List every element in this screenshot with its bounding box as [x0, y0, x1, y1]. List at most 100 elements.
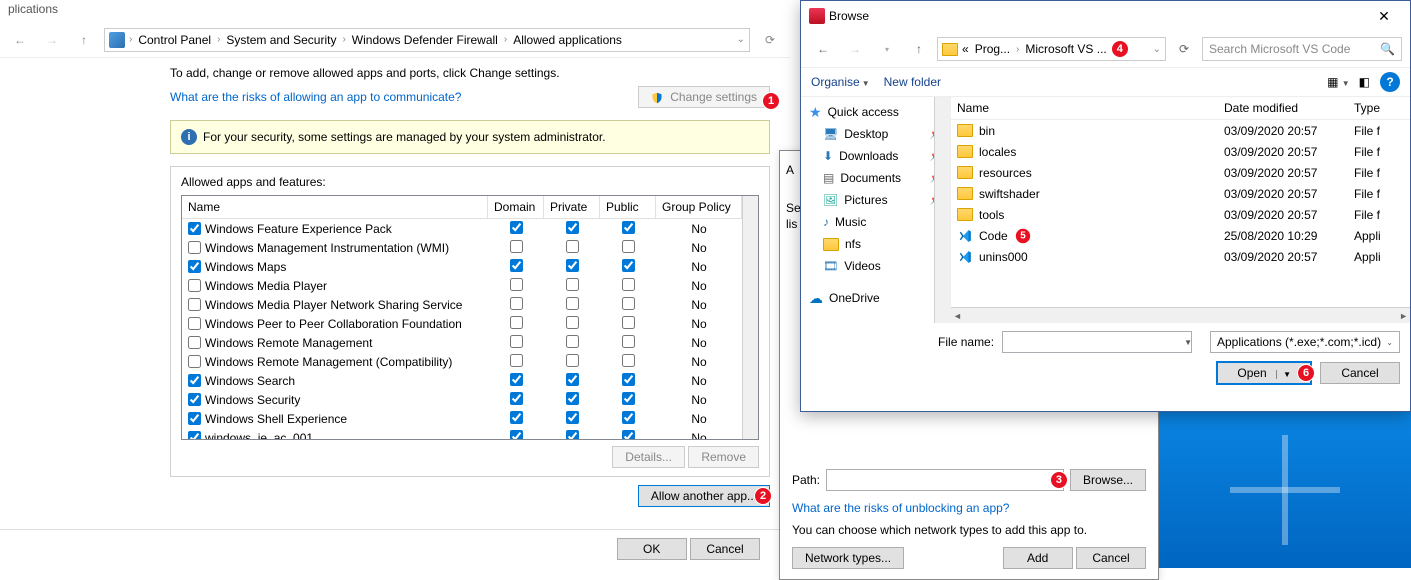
- tree-item[interactable]: ★Quick access: [801, 101, 950, 123]
- public-checkbox[interactable]: [622, 411, 635, 424]
- allowed-apps-list[interactable]: Name Domain Private Public Group Policy …: [181, 195, 759, 440]
- domain-checkbox[interactable]: [510, 278, 523, 291]
- private-checkbox[interactable]: [566, 411, 579, 424]
- public-checkbox[interactable]: [622, 278, 635, 291]
- app-checkbox[interactable]: [188, 317, 201, 330]
- file-row[interactable]: locales03/09/2020 20:57File f: [951, 141, 1410, 162]
- breadcrumb[interactable]: › Control Panel › System and Security › …: [104, 28, 750, 52]
- domain-checkbox[interactable]: [510, 430, 523, 440]
- nav-tree[interactable]: ★Quick access🖥Desktop📌⬇Downloads📌▤Docume…: [801, 97, 951, 323]
- table-row[interactable]: Windows Security No: [182, 390, 758, 409]
- nav-back-icon[interactable]: ←: [809, 37, 837, 61]
- tree-item[interactable]: ▤Documents📌: [801, 167, 950, 189]
- public-checkbox[interactable]: [622, 297, 635, 310]
- file-row[interactable]: bin03/09/2020 20:57File f: [951, 120, 1410, 141]
- back-icon[interactable]: ←: [8, 28, 32, 52]
- network-types-button[interactable]: Network types...: [792, 547, 904, 569]
- crumb-cp[interactable]: Control Panel: [136, 33, 213, 47]
- path-part-b[interactable]: Microsoft VS ...: [1023, 42, 1108, 56]
- allow-another-app-button[interactable]: Allow another app...: [638, 485, 770, 507]
- table-row[interactable]: Windows Media Player Network Sharing Ser…: [182, 295, 758, 314]
- tree-scrollbar[interactable]: [934, 97, 950, 323]
- private-checkbox[interactable]: [566, 297, 579, 310]
- public-checkbox[interactable]: [622, 221, 635, 234]
- app-checkbox[interactable]: [188, 412, 201, 425]
- help-icon[interactable]: ?: [1380, 72, 1400, 92]
- table-row[interactable]: Windows Search No: [182, 371, 758, 390]
- domain-checkbox[interactable]: [510, 373, 523, 386]
- nav-forward-icon[interactable]: →: [841, 37, 869, 61]
- public-checkbox[interactable]: [622, 430, 635, 440]
- private-checkbox[interactable]: [566, 278, 579, 291]
- app-checkbox[interactable]: [188, 374, 201, 387]
- app-checkbox[interactable]: [188, 260, 201, 273]
- private-checkbox[interactable]: [566, 259, 579, 272]
- private-checkbox[interactable]: [566, 354, 579, 367]
- public-checkbox[interactable]: [622, 335, 635, 348]
- table-row[interactable]: Windows Management Instrumentation (WMI)…: [182, 238, 758, 257]
- table-row[interactable]: Windows Maps No: [182, 257, 758, 276]
- filename-dropdown-icon[interactable]: ▼: [1184, 338, 1192, 347]
- search-input[interactable]: Search Microsoft VS Code 🔍: [1202, 37, 1402, 61]
- public-checkbox[interactable]: [622, 354, 635, 367]
- tree-item[interactable]: nfs: [801, 233, 950, 255]
- addapp-cancel-button[interactable]: Cancel: [1076, 547, 1146, 569]
- domain-checkbox[interactable]: [510, 221, 523, 234]
- chevron-down-icon[interactable]: ⌄: [737, 34, 745, 45]
- private-checkbox[interactable]: [566, 373, 579, 386]
- organise-menu[interactable]: Organise▼: [811, 75, 870, 89]
- col-file-date[interactable]: Date modified: [1224, 101, 1354, 115]
- app-checkbox[interactable]: [188, 431, 201, 439]
- h-scrollbar[interactable]: ◄►: [951, 307, 1410, 323]
- crumb-allowed[interactable]: Allowed applications: [511, 33, 624, 47]
- details-button[interactable]: Details...: [612, 446, 685, 468]
- chevron-down-icon[interactable]: ⌄: [1153, 44, 1161, 55]
- domain-checkbox[interactable]: [510, 335, 523, 348]
- close-icon[interactable]: ✕: [1366, 5, 1402, 27]
- col-group-policy[interactable]: Group Policy: [656, 196, 742, 218]
- domain-checkbox[interactable]: [510, 259, 523, 272]
- browse-path[interactable]: « Prog... › Microsoft VS ... 4 ⌄: [937, 37, 1166, 61]
- domain-checkbox[interactable]: [510, 411, 523, 424]
- public-checkbox[interactable]: [622, 240, 635, 253]
- change-settings-button[interactable]: Change settings: [638, 86, 770, 108]
- app-checkbox[interactable]: [188, 355, 201, 368]
- private-checkbox[interactable]: [566, 221, 579, 234]
- file-row[interactable]: resources03/09/2020 20:57File f: [951, 162, 1410, 183]
- app-checkbox[interactable]: [188, 298, 201, 311]
- up-icon[interactable]: ↑: [72, 28, 96, 52]
- domain-checkbox[interactable]: [510, 354, 523, 367]
- tree-item[interactable]: ⬇Downloads📌: [801, 145, 950, 167]
- scrollbar[interactable]: [742, 196, 758, 439]
- private-checkbox[interactable]: [566, 392, 579, 405]
- refresh-icon[interactable]: ⟳: [1170, 37, 1198, 61]
- col-name[interactable]: Name: [182, 196, 488, 218]
- filetype-filter[interactable]: Applications (*.exe;*.com;*.icd) ⌄: [1210, 331, 1400, 353]
- view-options-icon[interactable]: ▦ ▼: [1327, 75, 1349, 89]
- file-row[interactable]: tools03/09/2020 20:57File f: [951, 204, 1410, 225]
- remove-button[interactable]: Remove: [688, 446, 759, 468]
- col-public[interactable]: Public: [600, 196, 656, 218]
- tree-item[interactable]: 🖼Pictures📌: [801, 189, 950, 211]
- filename-input[interactable]: [1002, 331, 1192, 353]
- new-folder-button[interactable]: New folder: [884, 75, 941, 89]
- ok-button[interactable]: OK: [617, 538, 687, 560]
- table-row[interactable]: Windows Peer to Peer Collaboration Found…: [182, 314, 758, 333]
- refresh-icon[interactable]: ⟳: [758, 28, 782, 52]
- crumb-wdf[interactable]: Windows Defender Firewall: [350, 33, 500, 47]
- risks-link[interactable]: What are the risks of allowing an app to…: [170, 90, 461, 104]
- tree-item[interactable]: ☁OneDrive: [801, 287, 950, 309]
- table-row[interactable]: windows_ie_ac_001 No: [182, 428, 758, 439]
- file-row[interactable]: unins00003/09/2020 20:57Appli: [951, 246, 1410, 267]
- preview-pane-icon[interactable]: ◧: [1359, 75, 1370, 89]
- private-checkbox[interactable]: [566, 335, 579, 348]
- domain-checkbox[interactable]: [510, 316, 523, 329]
- forward-icon[interactable]: →: [40, 28, 64, 52]
- file-row[interactable]: swiftshader03/09/2020 20:57File f: [951, 183, 1410, 204]
- app-checkbox[interactable]: [188, 336, 201, 349]
- private-checkbox[interactable]: [566, 240, 579, 253]
- app-checkbox[interactable]: [188, 279, 201, 292]
- private-checkbox[interactable]: [566, 430, 579, 440]
- crumb-sys[interactable]: System and Security: [224, 33, 338, 47]
- public-checkbox[interactable]: [622, 316, 635, 329]
